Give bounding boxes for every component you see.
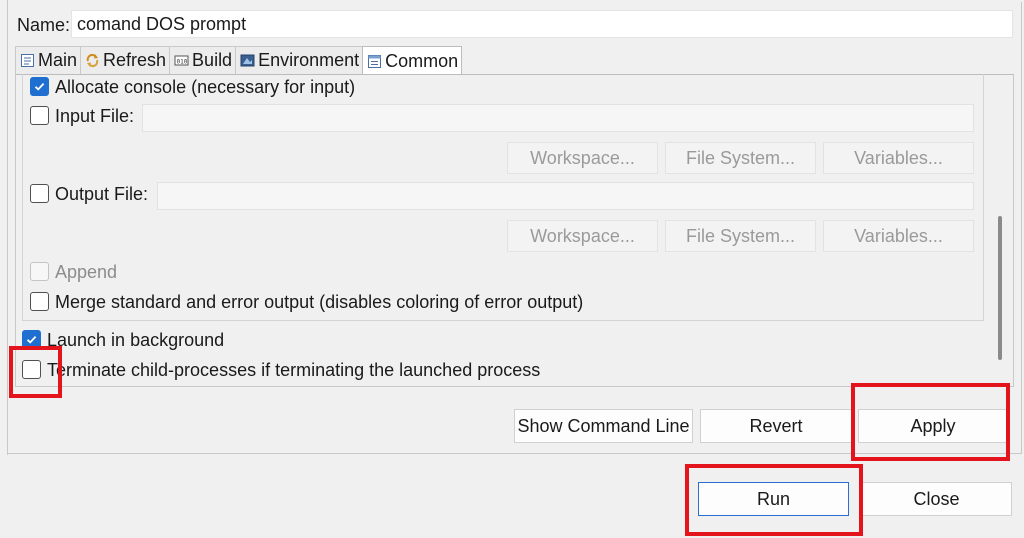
tab-main-label: Main [38, 50, 78, 70]
input-file-system-button[interactable]: File System... [665, 142, 816, 174]
apply-button[interactable]: Apply [858, 409, 1008, 443]
input-file-label: Input File: [55, 106, 135, 126]
tab-build-label: Build [192, 50, 233, 70]
terminate-children-label: Terminate child-processes if terminating… [47, 360, 541, 380]
name-input[interactable] [71, 10, 1013, 38]
svg-text:010: 010 [176, 59, 187, 66]
tab-environment-label: Environment [258, 50, 360, 70]
output-file-system-button[interactable]: File System... [665, 220, 816, 252]
append-checkbox[interactable] [30, 262, 49, 281]
output-workspace-button[interactable]: Workspace... [507, 220, 658, 252]
refresh-icon [84, 53, 100, 69]
terminate-children-checkbox[interactable] [22, 360, 41, 379]
environment-icon [239, 53, 255, 69]
tab-common[interactable]: Common [362, 46, 463, 75]
allocate-console-checkbox[interactable] [30, 77, 49, 96]
launch-background-checkbox[interactable] [22, 330, 41, 349]
allocate-console-label: Allocate console (necessary for input) [55, 77, 356, 97]
tab-main[interactable]: Main [15, 46, 82, 74]
name-label: Name: [17, 15, 71, 35]
revert-button[interactable]: Revert [700, 409, 852, 443]
append-label: Append [55, 262, 118, 282]
vertical-scrollbar-thumb[interactable] [998, 216, 1002, 360]
output-file-label: Output File: [55, 184, 149, 204]
launch-background-label: Launch in background [47, 330, 225, 350]
output-file-field[interactable] [157, 182, 974, 210]
show-command-line-button[interactable]: Show Command Line [514, 409, 693, 443]
merge-output-checkbox[interactable] [30, 292, 49, 311]
tab-refresh[interactable]: Refresh [80, 46, 171, 74]
checkmark-icon [26, 335, 37, 344]
input-variables-button[interactable]: Variables... [823, 142, 974, 174]
common-tab-icon [366, 53, 382, 69]
tab-bar: Main Refresh 010 Build Environment Commo… [15, 46, 463, 75]
merge-output-label: Merge standard and error output (disable… [55, 292, 584, 312]
build-icon: 010 [173, 53, 189, 69]
output-variables-button[interactable]: Variables... [823, 220, 974, 252]
tab-environment[interactable]: Environment [235, 46, 364, 74]
output-file-checkbox[interactable] [30, 184, 49, 203]
input-file-checkbox[interactable] [30, 106, 49, 125]
tab-common-label: Common [385, 50, 459, 71]
input-workspace-button[interactable]: Workspace... [507, 142, 658, 174]
tab-refresh-label: Refresh [103, 50, 167, 70]
tab-build[interactable]: 010 Build [169, 46, 237, 74]
run-button[interactable]: Run [698, 482, 849, 516]
input-file-field[interactable] [142, 104, 974, 132]
checkmark-icon [34, 82, 45, 91]
close-button[interactable]: Close [861, 482, 1012, 516]
main-tab-icon [19, 53, 35, 69]
